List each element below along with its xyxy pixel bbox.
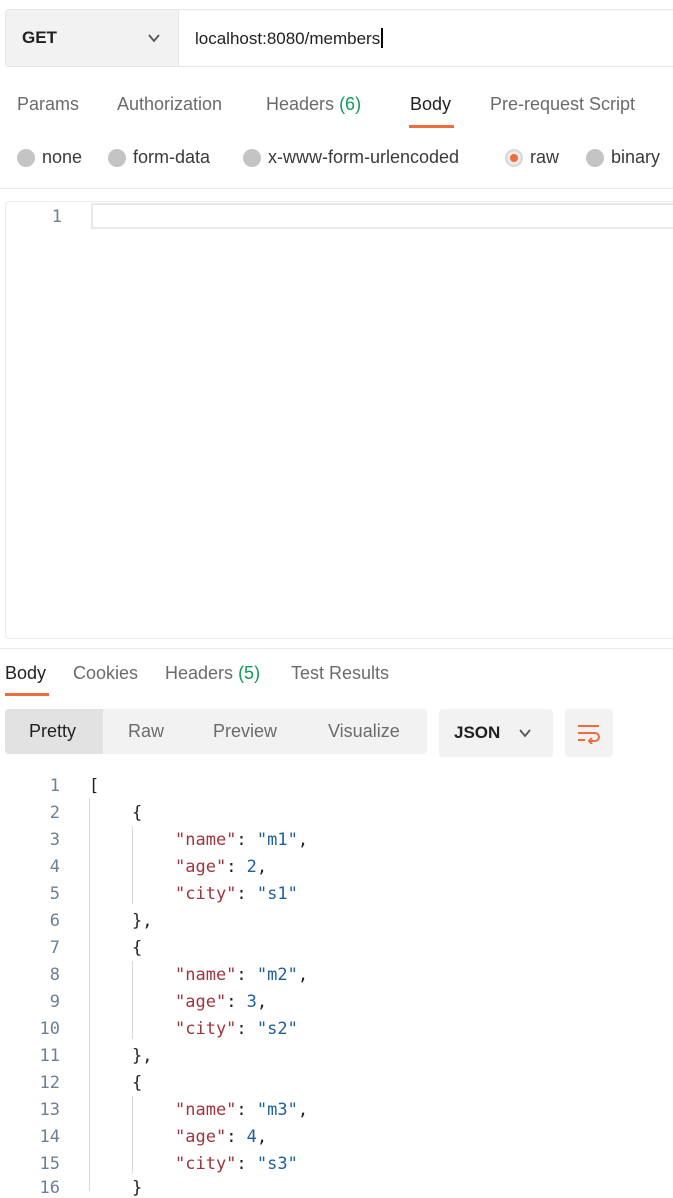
format-pretty[interactable]: Pretty	[29, 721, 76, 742]
radio-binary[interactable]: binary	[586, 147, 660, 168]
line-number: 5	[49, 884, 60, 904]
tab-headers[interactable]: Headers (6)	[266, 94, 361, 115]
radio-binary-label: binary	[611, 147, 661, 167]
tab-pre-request-script[interactable]: Pre-request Script	[490, 94, 635, 115]
divider	[0, 648, 673, 649]
code-line: },	[132, 1046, 153, 1066]
response-tab-test-results[interactable]: Test Results	[291, 663, 389, 684]
code-line: {	[132, 1073, 143, 1093]
active-line-highlight[interactable]	[91, 203, 673, 229]
line-number: 9	[49, 992, 60, 1012]
indent-guide	[132, 1096, 133, 1174]
line-number: 12	[39, 1073, 60, 1093]
code-line: },	[132, 911, 153, 931]
code-line: "age": 2,	[175, 857, 268, 877]
language-select-label: JSON	[454, 723, 501, 742]
line-number: 1	[51, 207, 62, 227]
radio-icon	[17, 148, 35, 167]
code-line: "name": "m3",	[175, 1100, 309, 1120]
response-tab-cookies[interactable]: Cookies	[73, 663, 138, 684]
line-number: 7	[49, 938, 60, 958]
radio-raw[interactable]: raw	[505, 147, 559, 168]
line-number: 10	[39, 1019, 60, 1039]
response-tab-headers[interactable]: Headers (5)	[165, 663, 260, 684]
radio-urlencoded-label: x-www-form-urlencoded	[268, 147, 460, 167]
code-line: "age": 3,	[175, 992, 268, 1012]
tab-body[interactable]: Body	[410, 94, 451, 115]
line-number: 15	[39, 1154, 60, 1174]
indent-guide	[132, 961, 133, 1039]
line-number: 11	[39, 1046, 60, 1066]
code-line: }	[132, 1178, 143, 1198]
wrap-lines-button[interactable]	[565, 709, 613, 757]
request-body-editor[interactable]	[5, 201, 673, 639]
radio-icon	[108, 148, 126, 167]
response-headers-count-badge: (5)	[238, 663, 261, 683]
indent-guide	[89, 798, 90, 1191]
radio-icon	[243, 148, 261, 167]
code-line: [	[89, 776, 100, 796]
line-number: 8	[49, 965, 60, 985]
chevron-down-icon[interactable]	[147, 31, 161, 45]
tab-authorization[interactable]: Authorization	[117, 94, 222, 115]
radio-urlencoded[interactable]: x-www-form-urlencoded	[243, 147, 459, 168]
tab-headers-label: Headers	[266, 94, 335, 114]
response-tab-headers-label: Headers	[165, 663, 234, 683]
code-line: "city": "s3"	[175, 1154, 298, 1174]
code-line: {	[132, 938, 143, 958]
wrap-lines-icon	[578, 725, 600, 744]
radio-none-label: none	[42, 147, 83, 167]
line-number: 2	[49, 803, 60, 823]
line-number: 14	[39, 1127, 60, 1147]
code-line: "age": 4,	[175, 1127, 268, 1147]
response-tab-body-underline	[5, 693, 49, 696]
code-line: "name": "m2",	[175, 965, 309, 985]
format-preview[interactable]: Preview	[213, 721, 277, 742]
indent-guide	[132, 826, 133, 904]
line-number: 4	[49, 857, 60, 877]
line-number: 1	[49, 776, 60, 796]
radio-selected-icon	[505, 148, 523, 167]
radio-form-data-label: form-data	[133, 147, 211, 167]
code-line: "city": "s1"	[175, 884, 298, 904]
tab-body-underline	[409, 125, 454, 128]
code-line: "name": "m1",	[175, 830, 309, 850]
line-number: 3	[49, 830, 60, 850]
response-tab-body[interactable]: Body	[5, 663, 46, 684]
method-label: GET	[22, 28, 57, 47]
radio-raw-label: raw	[530, 147, 560, 167]
radio-form-data[interactable]: form-data	[108, 147, 210, 168]
code-line: "city": "s2"	[175, 1019, 298, 1039]
url-text[interactable]: localhost:8080/members	[195, 28, 384, 49]
line-number: 6	[49, 911, 60, 931]
chevron-down-icon[interactable]	[518, 726, 532, 740]
format-visualize[interactable]: Visualize	[328, 721, 400, 742]
response-body-viewer[interactable]	[0, 768, 673, 1191]
radio-icon	[586, 148, 604, 167]
line-number: 16	[39, 1178, 60, 1198]
code-line: {	[132, 803, 143, 823]
line-number: 13	[39, 1100, 60, 1120]
tab-params[interactable]: Params	[17, 94, 79, 115]
headers-count-badge: (6)	[339, 94, 362, 114]
radio-none[interactable]: none	[17, 147, 82, 168]
divider	[0, 188, 673, 189]
text-cursor	[381, 28, 384, 48]
format-raw[interactable]: Raw	[128, 721, 164, 742]
